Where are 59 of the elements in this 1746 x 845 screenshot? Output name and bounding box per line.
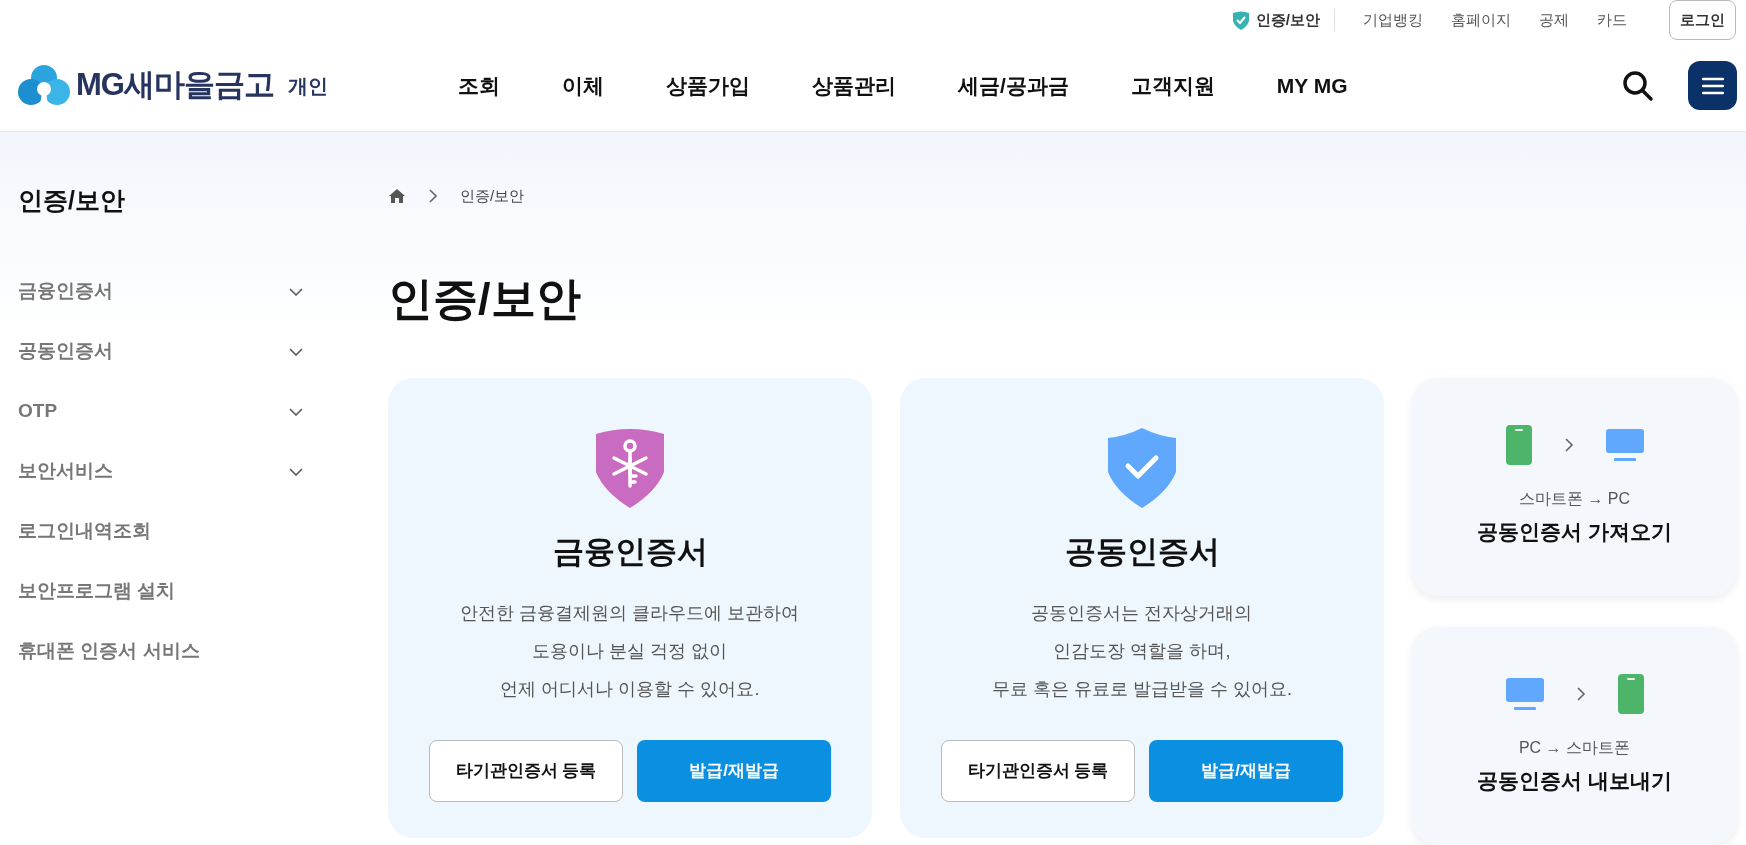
menu-icon xyxy=(1701,76,1724,95)
transfer-card[interactable]: PC → 스마트폰 공동인증서 내보내기 xyxy=(1412,627,1737,845)
sidebar-item[interactable]: 휴대폰 인증서 서비스 xyxy=(18,621,303,682)
card-description: 인감도장 역할을 하며, xyxy=(1053,640,1231,663)
phone-icon xyxy=(1617,674,1644,714)
transfer-card[interactable]: 스마트폰 → PC 공동인증서 가져오기 xyxy=(1412,378,1737,596)
nav-link[interactable]: 조회 xyxy=(458,69,500,102)
phone-icon xyxy=(1505,425,1532,465)
sidebar-item[interactable]: OTP xyxy=(18,381,303,442)
monitor-icon xyxy=(1605,429,1644,461)
register-button[interactable]: 타기관인증서 등록 xyxy=(429,740,623,802)
utility-link[interactable]: 공제 xyxy=(1539,8,1569,32)
nav-link[interactable]: 고객지원 xyxy=(1130,69,1215,102)
transfer-title: 공동인증서 가져오기 xyxy=(1477,519,1672,545)
menu-button[interactable] xyxy=(1688,61,1737,110)
nav-link[interactable]: 이체 xyxy=(562,69,604,102)
transfer-title: 공동인증서 내보내기 xyxy=(1477,768,1672,794)
page-title: 인증/보안 xyxy=(388,272,582,326)
arrow-right-icon xyxy=(1575,686,1586,702)
utility-link[interactable]: 인증/보안 xyxy=(1231,8,1335,32)
shield-check-icon xyxy=(1231,10,1250,30)
sidebar-item[interactable]: 보안서비스 xyxy=(18,441,303,502)
nav-link[interactable]: 상품관리 xyxy=(812,69,896,102)
sidebar-title: 인증/보안 xyxy=(18,185,126,216)
check-shield-icon xyxy=(1106,428,1178,508)
brand-section: 개인 xyxy=(287,70,328,101)
card-description: 안전한 금융결제원의 클라우드에 보관하여 xyxy=(460,602,800,625)
nav-link[interactable]: 상품가입 xyxy=(666,69,750,102)
utility-link[interactable]: 기업뱅킹 xyxy=(1363,8,1423,32)
sidebar-item[interactable]: 보안프로그램 설치 xyxy=(18,561,303,622)
chevron-down-icon xyxy=(289,347,303,356)
search-icon[interactable] xyxy=(1622,69,1654,102)
card-description: 언제 어디서나 이용할 수 있어요. xyxy=(500,678,760,701)
chevron-down-icon xyxy=(289,287,303,296)
key-shield-icon xyxy=(594,428,666,508)
transfer-direction: PC → 스마트폰 xyxy=(1518,738,1631,758)
chevron-down-icon xyxy=(289,407,303,416)
nav-link[interactable]: MY MG xyxy=(1276,69,1348,102)
nav-link[interactable]: 세금/공과금 xyxy=(958,69,1069,102)
arrow-right-icon xyxy=(1563,437,1574,453)
card-description: 공동인증서는 전자상거래의 xyxy=(1031,602,1253,625)
utility-link[interactable]: 홈페이지 xyxy=(1451,8,1511,32)
sidebar-item[interactable]: 공동인증서 xyxy=(18,321,303,382)
utility-link[interactable]: 카드 xyxy=(1597,8,1627,32)
home-icon[interactable] xyxy=(388,188,406,204)
brand-name: MG새마을금고 xyxy=(76,66,274,105)
card-description: 무료 혹은 유료로 발급받을 수 있어요. xyxy=(992,678,1292,701)
card-description: 도용이나 분실 걱정 없이 xyxy=(532,640,728,663)
register-button[interactable]: 타기관인증서 등록 xyxy=(941,740,1135,802)
transfer-direction: 스마트폰 → PC xyxy=(1518,489,1631,509)
login-button[interactable]: 로그인 xyxy=(1669,0,1736,40)
breadcrumb-separator-icon xyxy=(428,188,438,204)
breadcrumb-link[interactable]: 인증/보안 xyxy=(460,184,525,208)
chevron-down-icon xyxy=(289,467,303,476)
sidebar-item[interactable]: 로그인내역조회 xyxy=(18,501,303,562)
card-title: 공동인증서 xyxy=(1064,533,1220,571)
monitor-icon xyxy=(1505,678,1544,710)
card-title: 금융인증서 xyxy=(552,533,708,571)
sidebar-item[interactable]: 금융인증서 xyxy=(18,261,303,322)
